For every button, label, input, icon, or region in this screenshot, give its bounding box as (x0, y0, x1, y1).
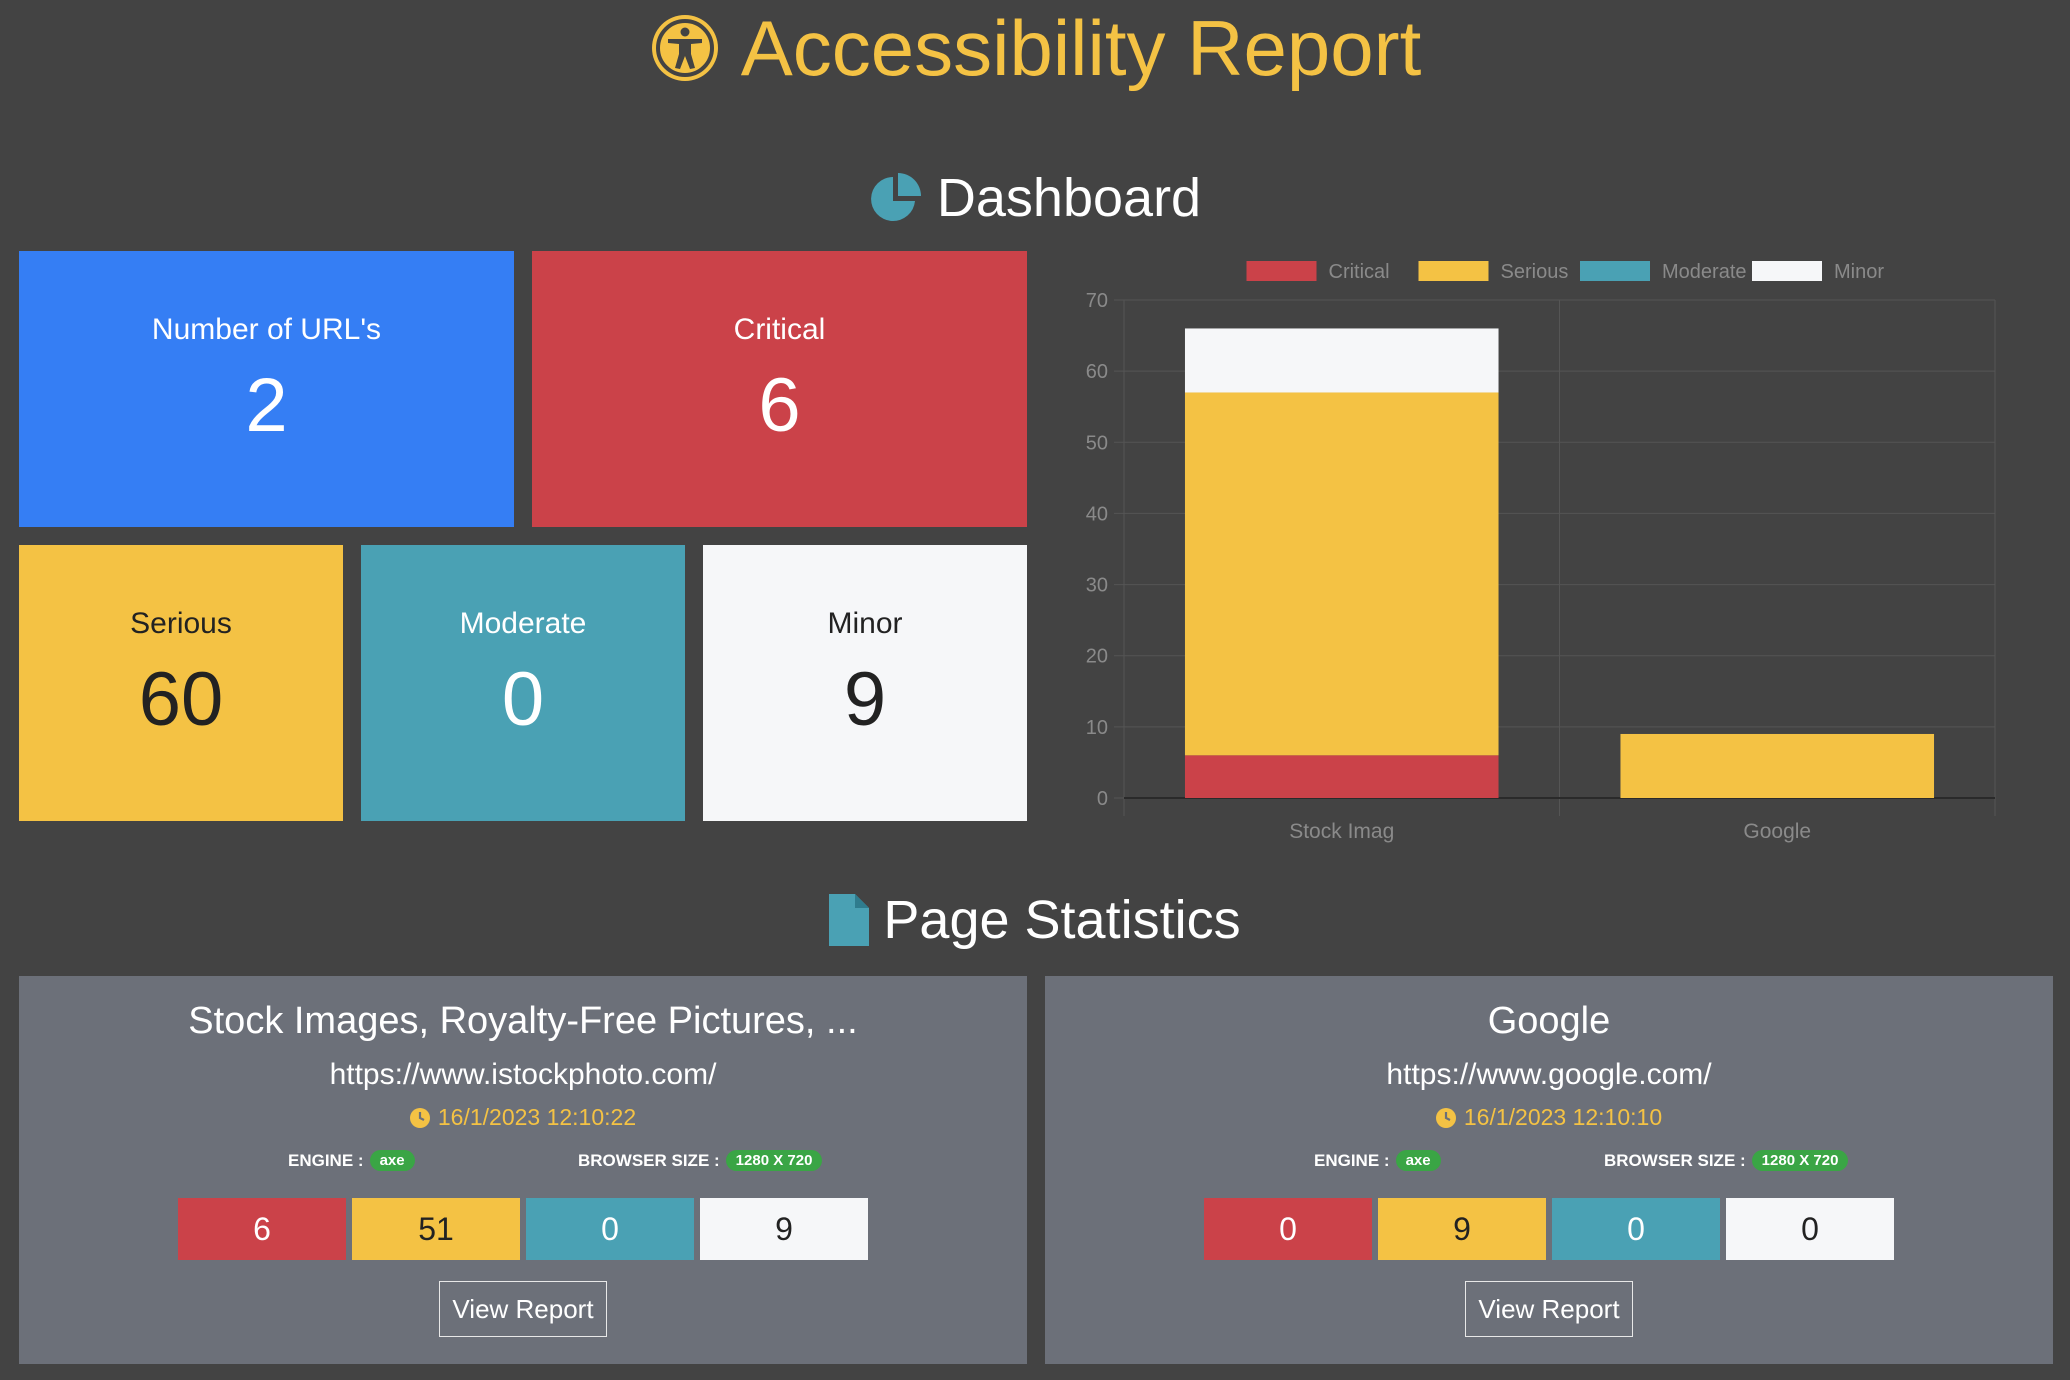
engine-info: ENGINE : axe (1314, 1150, 1441, 1171)
view-report-button-istock[interactable]: View Report (439, 1281, 607, 1337)
y-tick-label: 0 (1097, 788, 1108, 810)
browser-size-badge: 1280 X 720 (725, 1150, 823, 1171)
serious-count: 51 (352, 1198, 520, 1260)
page-title: Accessibility Report (740, 3, 1422, 92)
card-critical-value: 6 (758, 363, 801, 448)
file-icon (829, 894, 870, 946)
moderate-count: 0 (1552, 1198, 1720, 1260)
legend-label-minor: Minor (1834, 261, 1884, 283)
page-panel-google: Google https://www.google.com/ 16/1/2023… (1045, 976, 2053, 1364)
card-urls-label: Number of URL's (151, 313, 382, 346)
browser-size-info: BROWSER SIZE : 1280 X 720 (578, 1150, 823, 1171)
page-panel-istock: Stock Images, Royalty-Free Pictures, ...… (19, 976, 1027, 1364)
issue-counts: 6 51 0 9 (178, 1198, 868, 1260)
legend-swatch-minor (1752, 261, 1822, 281)
browser-size-badge: 1280 X 720 (1751, 1150, 1849, 1171)
legend-label-serious: Serious (1501, 261, 1569, 283)
page-timestamp-google: 16/1/2023 12:10:10 (1045, 1104, 2053, 1131)
minor-count: 9 (700, 1198, 868, 1260)
y-tick-label: 20 (1086, 646, 1108, 668)
minor-count: 0 (1726, 1198, 1894, 1260)
card-critical: Critical 6 (532, 251, 1027, 527)
critical-count: 0 (1204, 1198, 1372, 1260)
issues-bar-chart: 0 10 20 30 40 50 60 70 Stock Imag Google Critical S… (1060, 245, 2020, 845)
engine-info: ENGINE : axe (288, 1150, 415, 1171)
card-moderate-label: Moderate (459, 607, 587, 640)
x-tick-label: Google (1743, 820, 1811, 843)
chart-canvas: 0 10 20 30 40 50 60 70 Stock Imag Google Critical S… (1086, 261, 1996, 843)
engine-label: ENGINE : (1314, 1150, 1390, 1170)
y-tick-label: 40 (1086, 503, 1108, 525)
serious-count: 9 (1378, 1198, 1546, 1260)
page-timestamp-istock: 16/1/2023 12:10:22 (19, 1104, 1027, 1131)
page-title-google: Google (1487, 1000, 1611, 1042)
timestamp-text: 16/1/2023 12:10:22 (437, 1104, 637, 1130)
legend-swatch-moderate (1580, 261, 1650, 281)
card-moderate-value: 0 (501, 657, 545, 742)
y-tick-label: 50 (1086, 432, 1108, 454)
card-urls-value: 2 (245, 363, 288, 448)
bar-segment-minor (1184, 328, 1499, 393)
bar-segment-critical (1184, 755, 1499, 798)
legend-swatch-serious (1418, 261, 1489, 281)
accessibility-icon (651, 14, 718, 81)
pie-chart-icon (870, 173, 921, 221)
page-url-istock: https://www.istockphoto.com/ (329, 1058, 717, 1091)
dashboard-heading-text: Dashboard (936, 168, 1202, 228)
legend-swatch-critical (1246, 261, 1317, 281)
timestamp-text: 16/1/2023 12:10:10 (1463, 1104, 1663, 1130)
card-moderate: Moderate 0 (361, 545, 685, 821)
engine-badge: axe (1395, 1150, 1441, 1171)
dashboard-heading: Dashboard (0, 166, 2070, 230)
critical-count: 6 (178, 1198, 346, 1260)
card-serious-value: 60 (138, 657, 224, 742)
browser-size-label: BROWSER SIZE : (1604, 1150, 1746, 1170)
engine-badge: axe (369, 1150, 415, 1171)
page-url-google: https://www.google.com/ (1386, 1058, 1712, 1091)
x-tick-label: Stock Imag (1289, 820, 1394, 843)
report-header: Accessibility Report (0, 0, 2070, 95)
y-tick-label: 70 (1086, 290, 1108, 312)
card-minor-label: Minor (827, 607, 903, 640)
card-urls: Number of URL's 2 (19, 251, 514, 527)
clock-icon (1435, 1107, 1456, 1128)
engine-label: ENGINE : (288, 1150, 364, 1170)
page-statistics-heading-text: Page Statistics (883, 890, 1241, 950)
clock-icon (409, 1107, 430, 1128)
bar-segment-serious (1620, 733, 1935, 798)
y-tick-label: 60 (1086, 361, 1108, 383)
moderate-count: 0 (526, 1198, 694, 1260)
view-report-button-google[interactable]: View Report (1465, 1281, 1633, 1337)
page-statistics-heading: Page Statistics (0, 888, 2070, 952)
y-tick-label: 30 (1086, 575, 1108, 597)
legend-label-critical: Critical (1329, 261, 1390, 283)
bar-segment-serious (1184, 392, 1499, 756)
legend-label-moderate: Moderate (1662, 261, 1747, 283)
browser-size-label: BROWSER SIZE : (578, 1150, 720, 1170)
browser-size-info: BROWSER SIZE : 1280 X 720 (1604, 1150, 1849, 1171)
card-serious-label: Serious (130, 607, 232, 640)
issue-counts: 0 9 0 0 (1204, 1198, 1894, 1260)
card-minor: Minor 9 (703, 545, 1027, 821)
page-title-istock: Stock Images, Royalty-Free Pictures, ... (188, 1000, 858, 1042)
card-serious: Serious 60 (19, 545, 343, 821)
card-minor-value: 9 (843, 657, 887, 742)
y-tick-label: 10 (1086, 717, 1108, 739)
card-critical-label: Critical (733, 313, 826, 346)
